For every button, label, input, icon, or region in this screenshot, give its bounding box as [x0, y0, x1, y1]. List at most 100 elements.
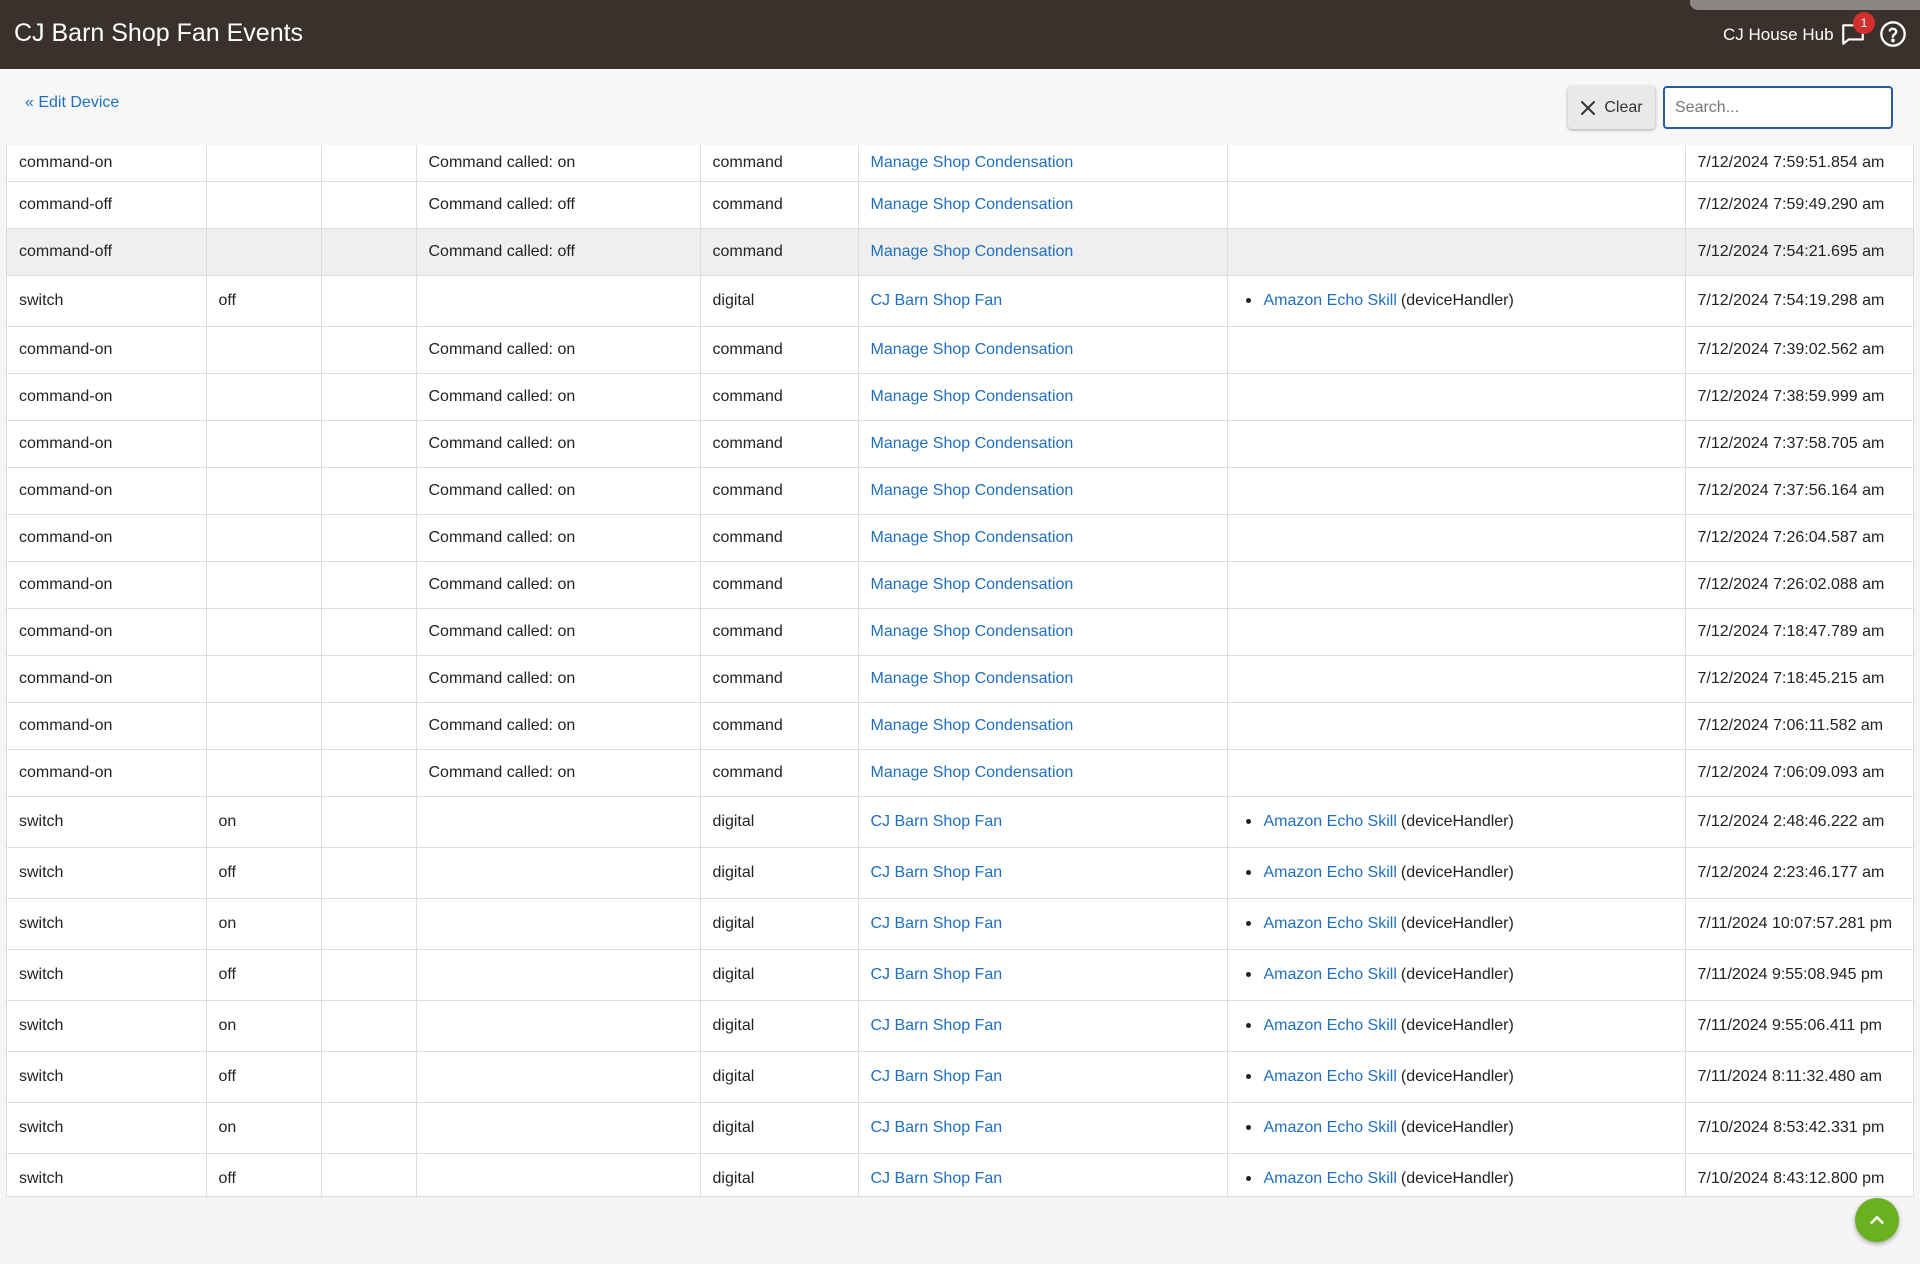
cell-unit — [321, 145, 417, 182]
cell-name: switch — [7, 275, 207, 327]
cell-unit — [321, 1153, 417, 1196]
source-link[interactable]: Manage Shop Condensation — [871, 764, 1074, 781]
cell-date: 7/11/2024 8:11:32.480 am — [1685, 1051, 1913, 1103]
cell-producedby — [1227, 228, 1686, 276]
cell-value: off — [206, 275, 322, 327]
source-link[interactable]: CJ Barn Shop Fan — [871, 813, 1003, 830]
events-table-container[interactable]: command-on Command called: on command Manag… — [6, 145, 1914, 1197]
cell-description — [416, 1000, 701, 1052]
cell-producedby — [1227, 145, 1686, 182]
table-row: switch off digital CJ Barn Shop Fan Amazon E… — [7, 1051, 1913, 1103]
cell-value: off — [206, 847, 322, 899]
cell-type: command — [700, 608, 859, 656]
cell-name: command-on — [7, 561, 207, 609]
source-link[interactable]: CJ Barn Shop Fan — [871, 915, 1003, 932]
handler-link[interactable]: Amazon Echo Skill — [1264, 1068, 1397, 1086]
cell-source: Manage Shop Condensation — [858, 181, 1228, 229]
source-link[interactable]: CJ Barn Shop Fan — [871, 292, 1003, 309]
cell-value: off — [206, 1153, 322, 1196]
source-link[interactable]: CJ Barn Shop Fan — [871, 864, 1003, 881]
source-link[interactable]: Manage Shop Condensation — [871, 154, 1074, 171]
source-link[interactable]: Manage Shop Condensation — [871, 670, 1074, 687]
cell-value — [206, 228, 322, 276]
source-link[interactable]: Manage Shop Condensation — [871, 388, 1074, 405]
source-link[interactable]: CJ Barn Shop Fan — [871, 1170, 1003, 1187]
source-link[interactable]: Manage Shop Condensation — [871, 341, 1074, 358]
cell-description: Command called: off — [416, 181, 701, 229]
cell-type: command — [700, 326, 859, 374]
table-row: command-on Command called: on command Manag… — [7, 145, 1913, 182]
cell-source: CJ Barn Shop Fan — [858, 1102, 1228, 1154]
cell-name: command-on — [7, 514, 207, 562]
cell-source: Manage Shop Condensation — [858, 561, 1228, 609]
source-link[interactable]: CJ Barn Shop Fan — [871, 1068, 1003, 1085]
cell-type: digital — [700, 796, 859, 848]
handler-link[interactable]: Amazon Echo Skill — [1264, 1017, 1397, 1035]
source-link[interactable]: Manage Shop Condensation — [871, 196, 1074, 213]
cell-producedby: Amazon Echo Skill (deviceHandler) — [1227, 898, 1686, 950]
cell-producedby — [1227, 561, 1686, 609]
cell-date: 7/12/2024 7:06:09.093 am — [1685, 749, 1913, 797]
handler-link[interactable]: Amazon Echo Skill — [1264, 864, 1397, 882]
table-row: switch off digital CJ Barn Shop Fan Amazon E… — [7, 1153, 1913, 1196]
handler-suffix: (deviceHandler) — [1400, 1067, 1514, 1085]
cell-unit — [321, 898, 417, 950]
cell-value: on — [206, 898, 322, 950]
source-link[interactable]: CJ Barn Shop Fan — [871, 1017, 1003, 1034]
cell-name: switch — [7, 1000, 207, 1052]
cell-producedby: Amazon Echo Skill (deviceHandler) — [1227, 847, 1686, 899]
source-link[interactable]: Manage Shop Condensation — [871, 623, 1074, 640]
cell-value — [206, 467, 322, 515]
cell-description: Command called: on — [416, 702, 701, 750]
cell-type: digital — [700, 1153, 859, 1196]
cell-name: switch — [7, 1102, 207, 1154]
source-link[interactable]: Manage Shop Condensation — [871, 243, 1074, 260]
handler-link[interactable]: Amazon Echo Skill — [1264, 966, 1397, 984]
source-link[interactable]: CJ Barn Shop Fan — [871, 966, 1003, 983]
cell-date: 7/12/2024 7:18:47.789 am — [1685, 608, 1913, 656]
hub-name[interactable]: CJ House Hub — [1723, 25, 1834, 45]
table-row: command-on Command called: on command Manag… — [7, 514, 1913, 562]
cell-unit — [321, 275, 417, 327]
cell-date: 7/11/2024 9:55:06.411 pm — [1685, 1000, 1913, 1052]
cell-source: Manage Shop Condensation — [858, 514, 1228, 562]
search-input[interactable] — [1663, 86, 1893, 129]
source-link[interactable]: CJ Barn Shop Fan — [871, 1119, 1003, 1136]
cell-value: off — [206, 949, 322, 1001]
table-row: command-on Command called: on command Manag… — [7, 326, 1913, 374]
cell-name: command-on — [7, 326, 207, 374]
handler-link[interactable]: Amazon Echo Skill — [1264, 1170, 1397, 1188]
source-link[interactable]: Manage Shop Condensation — [871, 482, 1074, 499]
scroll-to-top-button[interactable] — [1855, 1198, 1899, 1242]
cell-value — [206, 514, 322, 562]
source-link[interactable]: Manage Shop Condensation — [871, 435, 1074, 452]
source-link[interactable]: Manage Shop Condensation — [871, 529, 1074, 546]
cell-description: Command called: on — [416, 514, 701, 562]
handler-suffix: (deviceHandler) — [1400, 965, 1514, 983]
cell-producedby: Amazon Echo Skill (deviceHandler) — [1227, 1000, 1686, 1052]
table-row: command-on Command called: on command Manag… — [7, 420, 1913, 468]
cell-description: Command called: on — [416, 608, 701, 656]
cell-source: CJ Barn Shop Fan — [858, 847, 1228, 899]
cell-producedby — [1227, 373, 1686, 421]
handler-list-item: Amazon Echo Skill (deviceHandler) — [1240, 813, 1673, 831]
cell-type: digital — [700, 1102, 859, 1154]
cell-date: 7/12/2024 7:37:58.705 am — [1685, 420, 1913, 468]
cell-date: 7/11/2024 9:55:08.945 pm — [1685, 949, 1913, 1001]
handler-link[interactable]: Amazon Echo Skill — [1264, 915, 1397, 933]
clear-button[interactable]: Clear — [1568, 86, 1655, 129]
table-row: command-on Command called: on command Manag… — [7, 655, 1913, 703]
handler-link[interactable]: Amazon Echo Skill — [1264, 813, 1397, 831]
edit-device-link[interactable]: « Edit Device — [25, 94, 119, 112]
cell-name: switch — [7, 1153, 207, 1196]
cell-unit — [321, 373, 417, 421]
cell-producedby: Amazon Echo Skill (deviceHandler) — [1227, 275, 1686, 327]
help-button[interactable] — [1877, 18, 1909, 50]
cell-name: command-off — [7, 228, 207, 276]
cell-unit — [321, 608, 417, 656]
source-link[interactable]: Manage Shop Condensation — [871, 576, 1074, 593]
handler-list-item: Amazon Echo Skill (deviceHandler) — [1240, 1068, 1673, 1086]
handler-link[interactable]: Amazon Echo Skill — [1264, 1119, 1397, 1137]
source-link[interactable]: Manage Shop Condensation — [871, 717, 1074, 734]
handler-link[interactable]: Amazon Echo Skill — [1264, 292, 1397, 310]
